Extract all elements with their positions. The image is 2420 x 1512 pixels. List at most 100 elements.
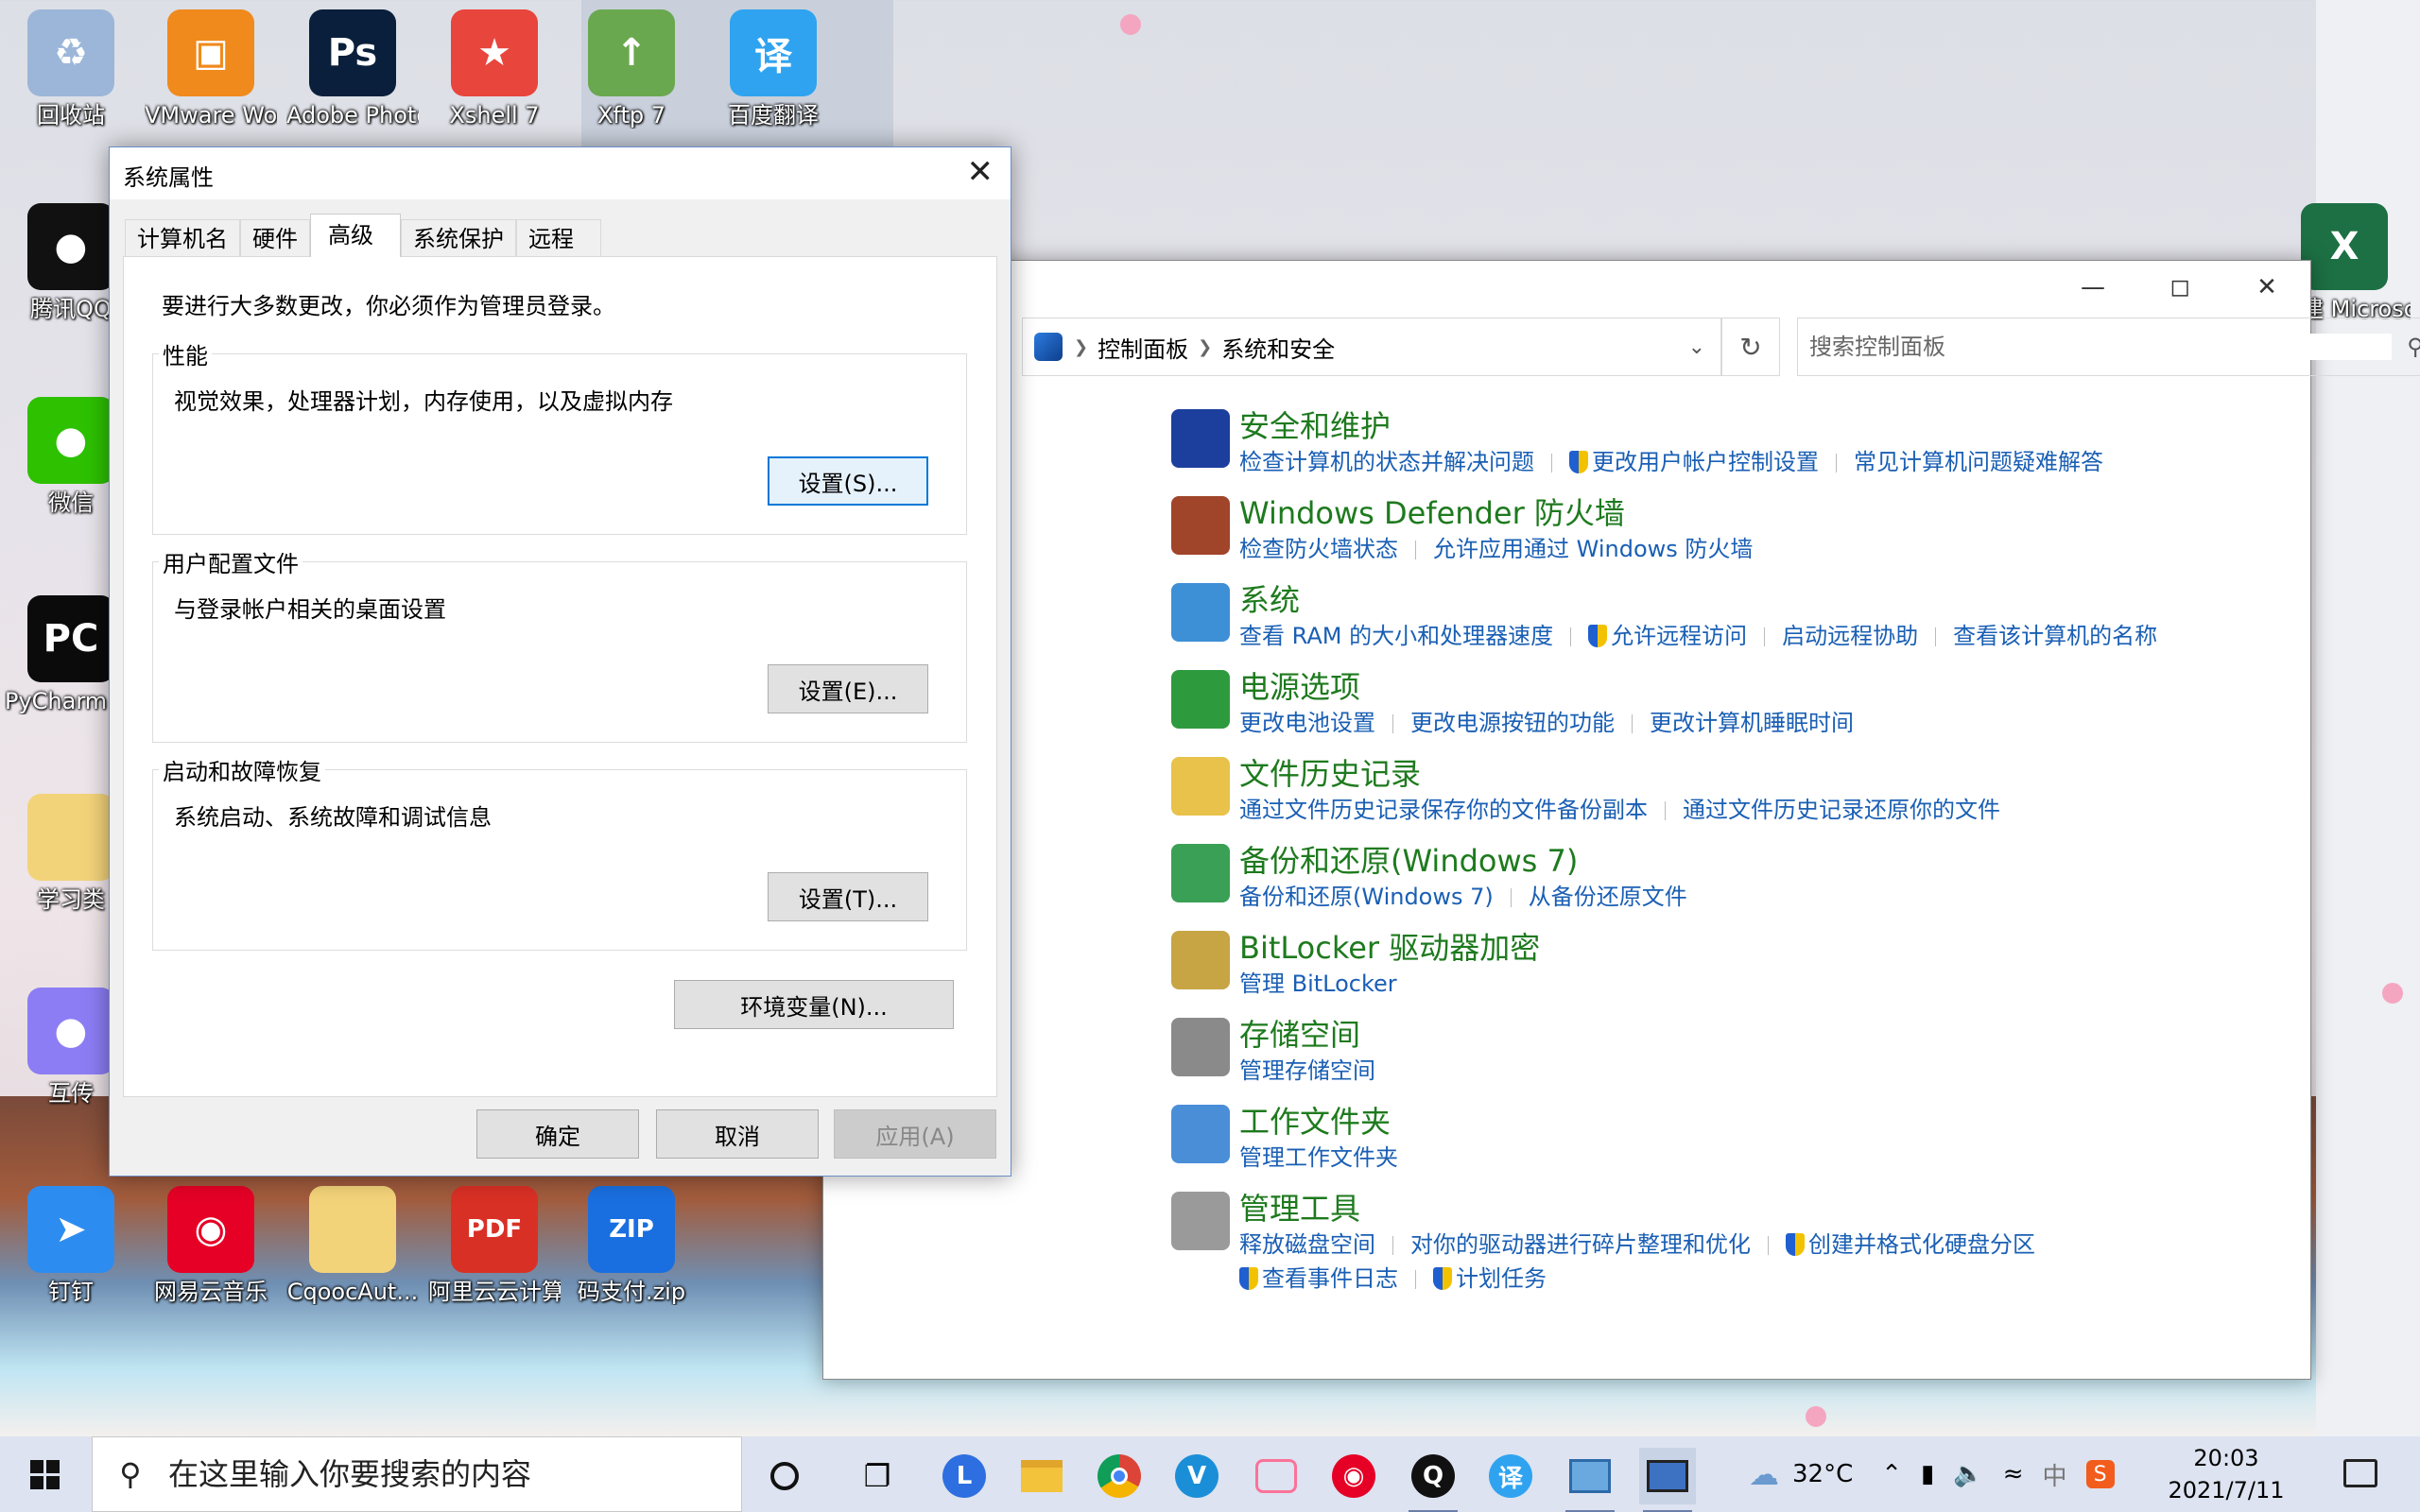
desktop-icon[interactable]: 译百度翻译: [707, 9, 839, 129]
category-title[interactable]: Windows Defender 防火墙: [1239, 494, 2279, 532]
desktop-icon[interactable]: ♻ 回收站: [5, 9, 137, 129]
category-title[interactable]: 文件历史记录: [1239, 755, 2279, 793]
close-button[interactable]: ✕: [2223, 261, 2310, 314]
taskbar-search[interactable]: ⚲: [92, 1436, 742, 1512]
computer-icon[interactable]: [1171, 583, 1230, 642]
category-link[interactable]: 管理 BitLocker: [1239, 971, 1397, 997]
taskbar-app-v[interactable]: V: [1168, 1448, 1225, 1504]
desktop-icon[interactable]: ▣ VMware Workstati...: [145, 9, 277, 129]
taskbar-chrome[interactable]: [1091, 1448, 1148, 1504]
taskbar-search-input[interactable]: [168, 1456, 717, 1492]
taskbar-netease-music[interactable]: ◉: [1325, 1448, 1382, 1504]
sogou-icon[interactable]: S: [2085, 1460, 2115, 1488]
ime-indicator[interactable]: 中: [2043, 1457, 2067, 1492]
backup-icon[interactable]: [1171, 844, 1230, 902]
taskbar-app-l[interactable]: L: [936, 1448, 993, 1504]
wifi-icon[interactable]: ≈: [2003, 1460, 2024, 1488]
startup-settings-button[interactable]: 设置(T)...: [768, 872, 928, 921]
ok-button[interactable]: 确定: [476, 1109, 639, 1159]
category-link[interactable]: 更改计算机睡眠时间: [1650, 710, 1854, 736]
volume-icon[interactable]: 🔈: [1953, 1460, 1983, 1488]
category-title[interactable]: 管理工具: [1239, 1190, 2279, 1228]
category-title[interactable]: 工作文件夹: [1239, 1103, 2279, 1141]
taskbar-bilibili[interactable]: [1248, 1448, 1305, 1504]
cortana-button[interactable]: [756, 1448, 813, 1504]
category-link[interactable]: 管理工作文件夹: [1239, 1144, 1398, 1171]
search-box[interactable]: ⚲: [1797, 318, 2420, 376]
user-profiles-settings-button[interactable]: 设置(E)...: [768, 664, 928, 713]
maximize-button[interactable]: ◻: [2136, 261, 2223, 314]
chevron-up-icon[interactable]: ⌃: [1881, 1460, 1902, 1488]
category-link[interactable]: 检查防火墙状态: [1239, 536, 1398, 562]
category-link[interactable]: 管理存储空间: [1239, 1057, 1375, 1084]
category-link[interactable]: 常见计算机问题疑难解答: [1854, 449, 2103, 475]
category-title[interactable]: 安全和维护: [1239, 407, 2279, 445]
category-link[interactable]: 查看 RAM 的大小和处理器速度: [1239, 623, 1553, 649]
desktop-icon[interactable]: ➤ 钉钉: [5, 1186, 137, 1305]
weather-temp[interactable]: 32°C: [1792, 1460, 1853, 1488]
category-link[interactable]: 查看事件日志: [1262, 1265, 1398, 1292]
category-link[interactable]: 备份和还原(Windows 7): [1239, 884, 1494, 910]
category-title[interactable]: 系统: [1239, 581, 2279, 619]
task-view-button[interactable]: ❐: [849, 1448, 906, 1504]
tab-remote[interactable]: 远程: [516, 219, 601, 257]
category-link[interactable]: 计划任务: [1456, 1265, 1547, 1292]
desktop-icon[interactable]: ↑ Xftp 7: [565, 9, 698, 129]
category-link[interactable]: 从备份还原文件: [1529, 884, 1687, 910]
tab-hardware[interactable]: 硬件: [240, 219, 310, 257]
tab-computer-name[interactable]: 计算机名: [125, 219, 240, 257]
battery-icon[interactable]: ▮: [1921, 1460, 1934, 1488]
admin-tools-icon[interactable]: [1171, 1192, 1230, 1250]
category-link[interactable]: 创建并格式化硬盘分区: [1808, 1231, 2035, 1258]
chevron-down-icon[interactable]: ⌄: [1688, 335, 1705, 359]
breadcrumb-control-panel[interactable]: 控制面板: [1098, 331, 1188, 364]
breadcrumb-system-security[interactable]: 系统和安全: [1221, 331, 1335, 364]
bitlocker-icon[interactable]: [1171, 931, 1230, 989]
taskbar-baidu-translate[interactable]: 译: [1482, 1448, 1539, 1504]
tab-system-protection[interactable]: 系统保护: [401, 219, 516, 257]
category-link[interactable]: 检查计算机的状态并解决问题: [1239, 449, 1534, 475]
category-link[interactable]: 查看该计算机的名称: [1953, 623, 2157, 649]
category-link[interactable]: 更改电源按钮的功能: [1410, 710, 1615, 736]
category-link[interactable]: 允许应用通过 Windows 防火墙: [1433, 536, 1753, 562]
category-title[interactable]: 存储空间: [1239, 1016, 2279, 1054]
cancel-button[interactable]: 取消: [656, 1109, 819, 1159]
tab-advanced[interactable]: 高级: [310, 214, 401, 257]
category-link[interactable]: 允许远程访问: [1611, 623, 1747, 649]
desktop-icon[interactable]: ★ Xshell 7: [428, 9, 561, 129]
flag-icon[interactable]: [1171, 409, 1230, 468]
search-input[interactable]: [1809, 334, 2392, 360]
category-title[interactable]: BitLocker 驱动器加密: [1239, 929, 2279, 967]
desktop-icon[interactable]: ZIP 码支付.zip: [565, 1186, 698, 1305]
taskbar-qq[interactable]: Q: [1405, 1448, 1461, 1512]
desktop-icon[interactable]: PDF 阿里云云计算专业认证-A...: [428, 1186, 561, 1305]
category-link[interactable]: 通过文件历史记录还原你的文件: [1683, 797, 2000, 823]
desktop-icon[interactable]: ◉ 网易云音乐: [145, 1186, 277, 1305]
category-title[interactable]: 备份和还原(Windows 7): [1239, 842, 2279, 880]
category-link[interactable]: 更改电池设置: [1239, 710, 1375, 736]
file-history-icon[interactable]: [1171, 757, 1230, 816]
address-bar[interactable]: ❯ 控制面板 ❯ 系统和安全 ⌄: [1022, 318, 1721, 376]
desktop-icon[interactable]: CqoocAut...: [286, 1186, 419, 1305]
taskbar-system-properties[interactable]: [1639, 1448, 1696, 1512]
power-icon[interactable]: [1171, 670, 1230, 729]
environment-variables-button[interactable]: 环境变量(N)...: [674, 980, 954, 1029]
category-link[interactable]: 对你的驱动器进行碎片整理和优化: [1410, 1231, 1751, 1258]
firewall-icon[interactable]: [1171, 496, 1230, 555]
category-link[interactable]: 启动远程协助: [1782, 623, 1918, 649]
minimize-button[interactable]: —: [2049, 261, 2136, 314]
category-link[interactable]: 释放磁盘空间: [1239, 1231, 1375, 1258]
notification-center-button[interactable]: [2335, 1450, 2386, 1497]
refresh-button[interactable]: ↻: [1721, 318, 1780, 376]
close-icon[interactable]: ✕: [967, 153, 994, 191]
work-folders-icon[interactable]: [1171, 1105, 1230, 1163]
category-link[interactable]: 更改用户帐户控制设置: [1592, 449, 1819, 475]
taskbar-control-panel[interactable]: [1562, 1448, 1618, 1512]
apply-button[interactable]: 应用(A): [834, 1109, 996, 1159]
performance-settings-button[interactable]: 设置(S)...: [768, 456, 928, 506]
category-link[interactable]: 通过文件历史记录保存你的文件备份副本: [1239, 797, 1648, 823]
start-button[interactable]: [0, 1436, 90, 1512]
taskbar-file-explorer[interactable]: [1013, 1448, 1070, 1504]
desktop-icon[interactable]: Ps Adobe Photosh...: [286, 9, 419, 129]
category-title[interactable]: 电源选项: [1239, 668, 2279, 706]
